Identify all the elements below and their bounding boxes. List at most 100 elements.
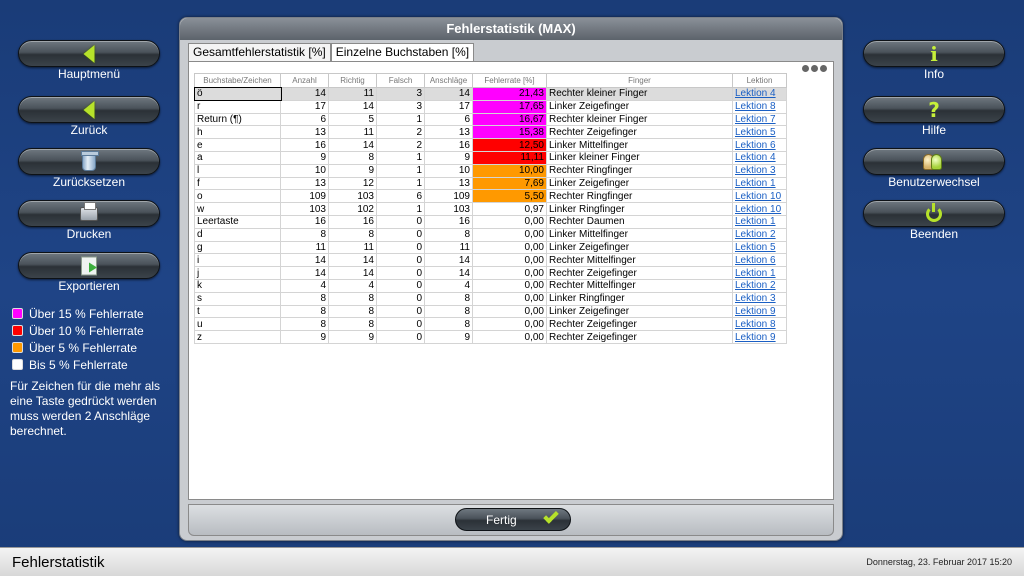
cell-error-rate: 12,50 [472,138,547,152]
cell-lesson-link[interactable]: Lektion 8 [732,317,787,332]
column-header-wrong[interactable]: Falsch [376,73,425,88]
cell-keystrokes: 13 [424,125,473,140]
cell-wrong: 0 [376,253,425,268]
switch-user-button[interactable] [863,148,1005,175]
cell-wrong: 2 [376,125,425,140]
cell-lesson-link[interactable]: Lektion 10 [732,189,787,204]
column-header-character[interactable]: Buchstabe/Zeichen [194,73,281,88]
cell-error-rate: 0,00 [472,330,547,344]
table-row[interactable]: t 8 8 0 8 0,00 Linker Zeigefinger Lektion 9 [194,304,787,319]
table-row[interactable]: o 109 103 6 109 5,50 Rechter Ringfinger Lektion… [194,189,787,204]
table-row[interactable]: h 13 11 2 13 15,38 Rechter Zeigefinger Lektion … [194,125,787,140]
cell-lesson-link[interactable]: Lektion 7 [732,112,787,127]
exit-button[interactable] [863,200,1005,227]
table-row[interactable]: ö 14 11 3 14 21,43 Rechter kleiner Finger Lekti… [193,86,787,102]
table-row[interactable]: Leertaste 16 16 0 16 0,00 Rechter Daumen Lektio… [194,214,787,229]
cell-character: h [194,125,281,140]
table-row[interactable]: l 10 9 1 10 10,00 Rechter Ringfinger Lektion 3 [194,163,787,178]
cell-finger: Linker Zeigefinger [546,304,733,319]
table-row[interactable]: s 8 8 0 8 0,00 Linker Ringfinger Lektion 3 [194,291,787,306]
cell-finger: Linker Mittelfinger [546,138,733,152]
cell-lesson-link[interactable]: Lektion 1 [732,266,787,280]
table-row[interactable]: g 11 11 0 11 0,00 Linker Zeigefinger Lektion 5 [194,240,787,255]
cell-lesson-link[interactable]: Lektion 5 [732,125,787,140]
cell-correct: 8 [328,304,377,319]
tab-overall-statistics[interactable]: Gesamtfehlerstatistik [%] [188,43,331,61]
users-icon [923,153,942,170]
cell-lesson-link[interactable]: Lektion 3 [732,163,787,178]
cell-keystrokes: 8 [424,304,473,319]
column-header-count[interactable]: Anzahl [280,73,329,88]
cell-count: 109 [280,189,329,204]
cell-lesson-link[interactable]: Lektion 5 [732,240,787,255]
table-row[interactable]: i 14 14 0 14 0,00 Rechter Mittelfinger Lektion … [194,253,787,268]
done-button[interactable]: Fertig [455,508,571,531]
table-row[interactable]: w 103 102 1 103 0,97 Linker Ringfinger Lektion … [194,202,787,216]
cell-count: 14 [280,266,329,280]
table-row[interactable]: j 14 14 0 14 0,00 Rechter Zeigefinger Lektion 1 [194,266,787,280]
print-label: Drucken [66,227,112,241]
cell-correct: 5 [328,112,377,127]
cell-lesson-link[interactable]: Lektion 2 [732,227,787,242]
table-row[interactable]: z 9 9 0 9 0,00 Rechter Zeigefinger Lektion 9 [194,330,787,344]
cell-finger: Linker Ringfinger [546,202,733,216]
cell-lesson-link[interactable]: Lektion 9 [732,330,787,344]
export-button[interactable] [18,252,160,279]
help-button[interactable]: ? [863,96,1005,123]
column-header-finger[interactable]: Finger [546,73,733,88]
cell-error-rate: 17,65 [472,99,547,114]
table-row[interactable]: Return (¶) 6 5 1 6 16,67 Rechter kleiner Finge… [194,112,787,127]
back-button[interactable] [18,96,160,123]
status-date: Donnerstag, 23. Februar 2017 15:20 [866,557,1012,567]
column-header-error-rate[interactable]: Fehlerrate [%] [472,73,547,88]
table-row[interactable]: d 8 8 0 8 0,00 Linker Mittelfinger Lektion 2 [194,227,787,242]
cell-lesson-link[interactable]: Lektion 6 [732,253,787,268]
cell-character: Leertaste [194,214,281,229]
cell-lesson-link[interactable]: Lektion 9 [732,304,787,319]
cell-finger: Rechter Zeigefinger [546,266,733,280]
table-row[interactable]: f 13 12 1 13 7,69 Linker Zeigefinger Lektion 1 [194,176,787,191]
cell-lesson-link[interactable]: Lektion 4 [732,150,787,165]
back-label: Zurück [70,123,108,137]
print-button[interactable] [18,200,160,227]
cell-lesson-link[interactable]: Lektion 10 [732,202,787,216]
more-options-icon[interactable] [800,65,827,72]
cell-wrong: 0 [376,291,425,306]
tab-bar: Gesamtfehlerstatistik [%] Einzelne Buchs… [188,43,475,61]
column-header-lesson[interactable]: Lektion [732,73,787,88]
statistics-panel: Buchstabe/Zeichen Anzahl Richtig Falsch … [188,61,834,500]
switch-user-label: Benutzerwechsel [888,175,980,189]
legend-label: Über 5 % Fehlerrate [29,340,138,355]
cell-count: 8 [280,317,329,332]
cell-correct: 16 [328,214,377,229]
cell-character: u [194,317,281,332]
cell-lesson-link[interactable]: Lektion 1 [732,214,787,229]
cell-error-rate: 21,43 [472,87,547,101]
cell-lesson-link[interactable]: Lektion 2 [732,278,787,293]
cell-count: 9 [280,330,329,344]
cell-correct: 9 [328,163,377,178]
cell-character: ö [193,86,282,102]
column-header-correct[interactable]: Richtig [328,73,377,88]
cell-lesson-link[interactable]: Lektion 1 [732,176,787,191]
cell-character: d [194,227,281,242]
table-row[interactable]: u 8 8 0 8 0,00 Rechter Zeigefinger Lektion 8 [194,317,787,332]
table-row[interactable]: r 17 14 3 17 17,65 Linker Zeigefinger Lektion 8 [194,99,787,114]
cell-error-rate: 11,11 [472,150,547,165]
main-menu-button[interactable] [18,40,160,67]
table-row[interactable]: e 16 14 2 16 12,50 Linker Mittelfinger Lektion … [194,138,787,152]
cell-lesson-link[interactable]: Lektion 6 [732,138,787,152]
cell-error-rate: 5,50 [472,189,547,204]
cell-wrong: 6 [376,189,425,204]
tab-single-letters[interactable]: Einzelne Buchstaben [%] [330,43,475,61]
cell-lesson-link[interactable]: Lektion 4 [732,87,787,101]
reset-button[interactable] [18,148,160,175]
cell-lesson-link[interactable]: Lektion 8 [732,99,787,114]
column-header-keystrokes[interactable]: Anschläge [424,73,473,88]
info-button[interactable]: i [863,40,1005,67]
table-row[interactable]: a 9 8 1 9 11,11 Linker kleiner Finger Lektion 4 [194,150,787,165]
table-row[interactable]: k 4 4 0 4 0,00 Rechter Mittelfinger Lektion 2 [194,278,787,293]
cell-correct: 11 [328,125,377,140]
cell-lesson-link[interactable]: Lektion 3 [732,291,787,306]
cell-character: i [194,253,281,268]
